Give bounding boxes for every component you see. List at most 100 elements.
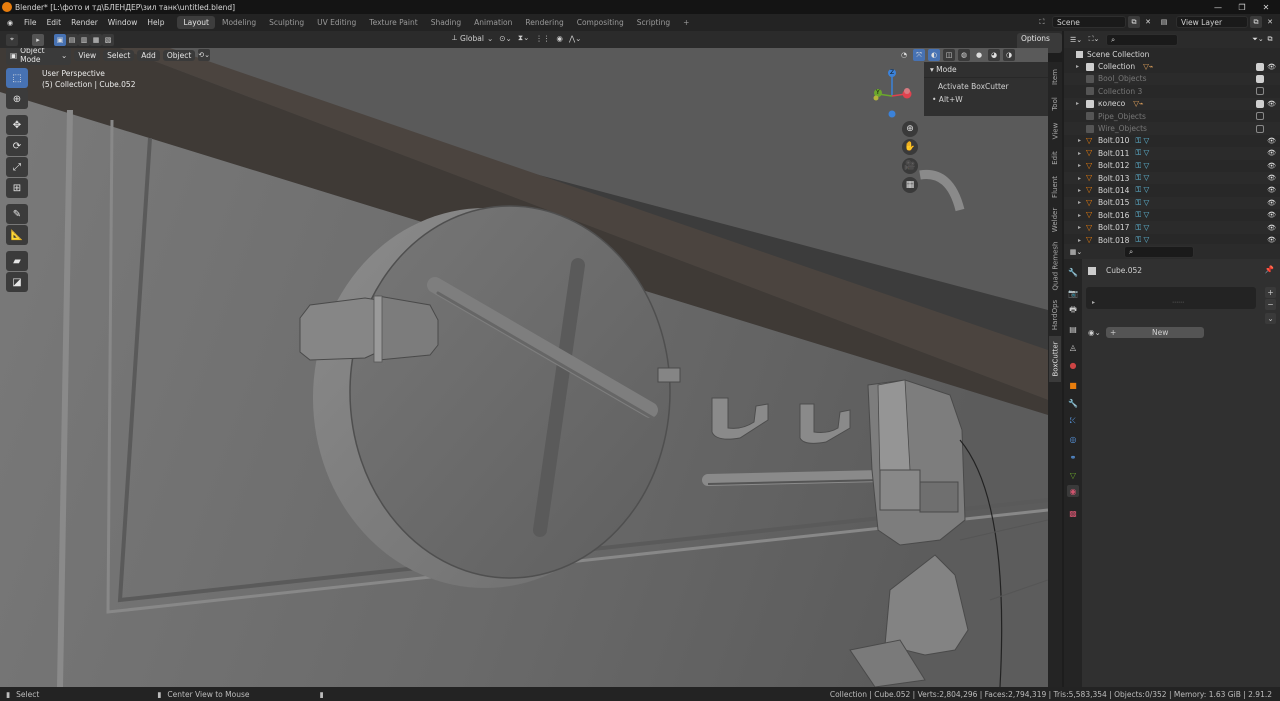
pivot-icon[interactable]: ⊙⌄ xyxy=(499,34,512,43)
outliner-object-row[interactable]: ▸ ▽ Bolt.012 ⚿ ▽ 👁 xyxy=(1064,160,1280,172)
tab-quad-remesh[interactable]: Quad Remesh xyxy=(1049,238,1061,294)
properties-editor-icon[interactable]: ▦⌄ xyxy=(1070,246,1082,258)
add-slot-button[interactable]: + xyxy=(1265,287,1276,298)
new-view-layer-icon[interactable]: ⧉ xyxy=(1250,16,1262,28)
outliner-object-row[interactable]: ▸ ▽ Bolt.017 ⚿ ▽ 👁 xyxy=(1064,221,1280,234)
material-props-icon[interactable]: ◉ xyxy=(1067,485,1079,497)
menu-edit[interactable]: Edit xyxy=(42,18,67,27)
outliner-collection-row[interactable]: Bool_Objects xyxy=(1064,72,1280,86)
zoom-icon[interactable]: ⊕ xyxy=(902,121,918,137)
tab-hardops[interactable]: HardOps xyxy=(1049,296,1061,334)
visibility-eye-icon[interactable]: 👁 xyxy=(1267,224,1276,232)
annotate-tool-icon[interactable]: ✎ xyxy=(6,204,28,224)
outliner-collection-row[interactable]: Collection 3 xyxy=(1064,85,1280,97)
xray-icon[interactable]: ◫ xyxy=(943,49,955,61)
tab-modeling[interactable]: Modeling xyxy=(216,16,262,29)
expand-arrow-icon[interactable]: ▸ xyxy=(1078,237,1086,244)
exclude-checkbox[interactable] xyxy=(1256,74,1264,83)
particles-props-icon[interactable]: ⤪ xyxy=(1067,415,1079,427)
select-tool-icon[interactable]: ▸ xyxy=(32,33,44,46)
menu-object[interactable]: Object xyxy=(162,49,196,61)
gizmos-icon[interactable]: ⤧ xyxy=(913,49,925,61)
scale-tool-icon[interactable]: ⤢ xyxy=(6,157,28,177)
outliner-object-row[interactable]: ▸ ▽ Bolt.018 ⚿ ▽ 👁 xyxy=(1064,234,1280,244)
close-button[interactable]: ✕ xyxy=(1254,0,1278,14)
tab-scripting[interactable]: Scripting xyxy=(631,16,676,29)
outliner-object-row[interactable]: ▸ ▽ Bolt.013 ⚿ ▽ 👁 xyxy=(1064,171,1280,185)
outliner-object-row[interactable]: ▸ ▽ Bolt.010 ⚿ ▽ 👁 xyxy=(1064,135,1280,147)
visibility-eye-icon[interactable]: 👁 xyxy=(1267,186,1276,194)
outliner-collection-row[interactable]: ▸ Collection ▽⌁ 👁 xyxy=(1064,60,1280,72)
modifier-icon[interactable]: ⚿ ▽ xyxy=(1135,198,1149,208)
select-invert-icon[interactable]: ▦ xyxy=(90,33,102,46)
physics-props-icon[interactable]: ◎ xyxy=(1067,433,1079,445)
visibility-eye-icon[interactable]: 👁 xyxy=(1267,63,1276,71)
modifier-icon[interactable]: ⚿ ▽ xyxy=(1135,173,1149,183)
modifier-icon[interactable]: ⚿ ▽ xyxy=(1135,185,1149,195)
mode-panel-header[interactable]: ▾ Mode xyxy=(924,62,1048,78)
object-props-icon[interactable]: ■ xyxy=(1067,379,1079,391)
constraints-props-icon[interactable]: ⚭ xyxy=(1067,451,1079,463)
menu-render[interactable]: Render xyxy=(66,18,103,27)
select-box-tool-icon[interactable]: ⬚ xyxy=(6,68,28,88)
boxcutter-tool-icon[interactable]: ◪ xyxy=(6,272,28,292)
menu-view[interactable]: View xyxy=(74,49,101,61)
rendered-shading-icon[interactable]: ◑ xyxy=(1003,49,1015,61)
select-extend-icon[interactable]: ▤ xyxy=(66,33,78,46)
perspective-grid-icon[interactable]: ▦ xyxy=(902,177,918,193)
menu-add[interactable]: Add xyxy=(137,49,160,61)
expand-arrow-icon[interactable]: ▸ xyxy=(1078,224,1086,231)
scene-icon[interactable]: ⛶ xyxy=(1036,16,1048,28)
properties-search-input[interactable]: ⌕ xyxy=(1124,245,1194,258)
menu-file[interactable]: File xyxy=(19,18,42,27)
data-props-icon[interactable]: ▽ xyxy=(1067,469,1079,481)
tab-animation[interactable]: Animation xyxy=(468,16,518,29)
tab-fluent[interactable]: Fluent xyxy=(1049,172,1061,202)
proportional-edit-icon[interactable]: ◉ xyxy=(556,34,563,43)
filter-icon[interactable]: ⏷⌄ xyxy=(1252,34,1264,46)
3d-viewport[interactable]: ▣ Object Mode ⌄ View Select Add Object ⟲⌄ … xyxy=(0,48,1048,687)
tab-welder[interactable]: Welder xyxy=(1049,204,1061,236)
add-cube-tool-icon[interactable]: ▰ xyxy=(6,251,28,271)
navigation-gizmo[interactable]: Z Y xyxy=(868,66,916,120)
outliner-collection-row[interactable]: ▸ колесо ▽⌁ 👁 xyxy=(1064,97,1280,110)
visibility-eye-icon[interactable]: 👁 xyxy=(1267,211,1276,219)
mode-dropdown[interactable]: ▣ Object Mode ⌄ xyxy=(6,48,72,65)
render-props-icon[interactable]: 📷 xyxy=(1067,287,1079,299)
exclude-checkbox[interactable] xyxy=(1256,124,1264,133)
activate-boxcutter-button[interactable]: Activate BoxCutter xyxy=(924,78,1048,95)
expand-arrow-icon[interactable]: ▸ xyxy=(1078,162,1086,169)
solid-shading-icon[interactable]: ● xyxy=(973,49,985,61)
orientation-dropdown[interactable]: ⟂ Global ⌄ xyxy=(452,33,493,43)
texture-props-icon[interactable]: ▩ xyxy=(1067,507,1079,519)
visibility-eye-icon[interactable]: 👁 xyxy=(1267,236,1276,244)
material-shading-icon[interactable]: ◕ xyxy=(988,49,1000,61)
visibility-eye-icon[interactable]: 👁 xyxy=(1267,137,1276,145)
gizmo-dropdown-icon[interactable]: ⟲⌄ xyxy=(198,49,210,61)
expand-arrow-icon[interactable]: ▸ xyxy=(1076,63,1084,70)
expand-arrow-icon[interactable]: ▸ xyxy=(1078,199,1086,206)
move-tool-icon[interactable]: ✥ xyxy=(6,115,28,135)
visibility-eye-icon[interactable]: 👁 xyxy=(1267,149,1276,157)
slot-specials-button[interactable]: ⌄ xyxy=(1265,313,1276,324)
visibility-eye-icon[interactable]: 👁 xyxy=(1267,174,1276,182)
menu-select[interactable]: Select xyxy=(103,49,135,61)
exclude-checkbox[interactable] xyxy=(1256,87,1264,96)
tab-edit[interactable]: Edit xyxy=(1049,146,1061,170)
visibility-eye-icon[interactable]: 👁 xyxy=(1267,162,1276,170)
tab-view[interactable]: View xyxy=(1049,118,1061,144)
expand-arrow-icon[interactable]: ▸ xyxy=(1076,100,1084,107)
view-layer-field[interactable]: View Layer xyxy=(1176,16,1248,28)
modifier-icon[interactable]: ⚿ ▽ xyxy=(1135,148,1149,158)
tab-rendering[interactable]: Rendering xyxy=(519,16,569,29)
expand-icon[interactable]: ▸ xyxy=(1092,299,1095,306)
tab-sculpting[interactable]: Sculpting xyxy=(263,16,310,29)
select-subtract-icon[interactable]: ▥ xyxy=(78,33,90,46)
add-workspace-button[interactable]: + xyxy=(677,16,695,29)
modifier-icon[interactable]: ⚿ ▽ xyxy=(1135,161,1149,171)
expand-arrow-icon[interactable]: ▸ xyxy=(1078,212,1086,219)
tab-tool[interactable]: Tool xyxy=(1049,92,1061,116)
output-props-icon[interactable]: 🖶 xyxy=(1067,305,1079,317)
wireframe-shading-icon[interactable]: ◍ xyxy=(958,49,970,61)
outliner-editor-icon[interactable]: ☰⌄ xyxy=(1070,34,1082,46)
